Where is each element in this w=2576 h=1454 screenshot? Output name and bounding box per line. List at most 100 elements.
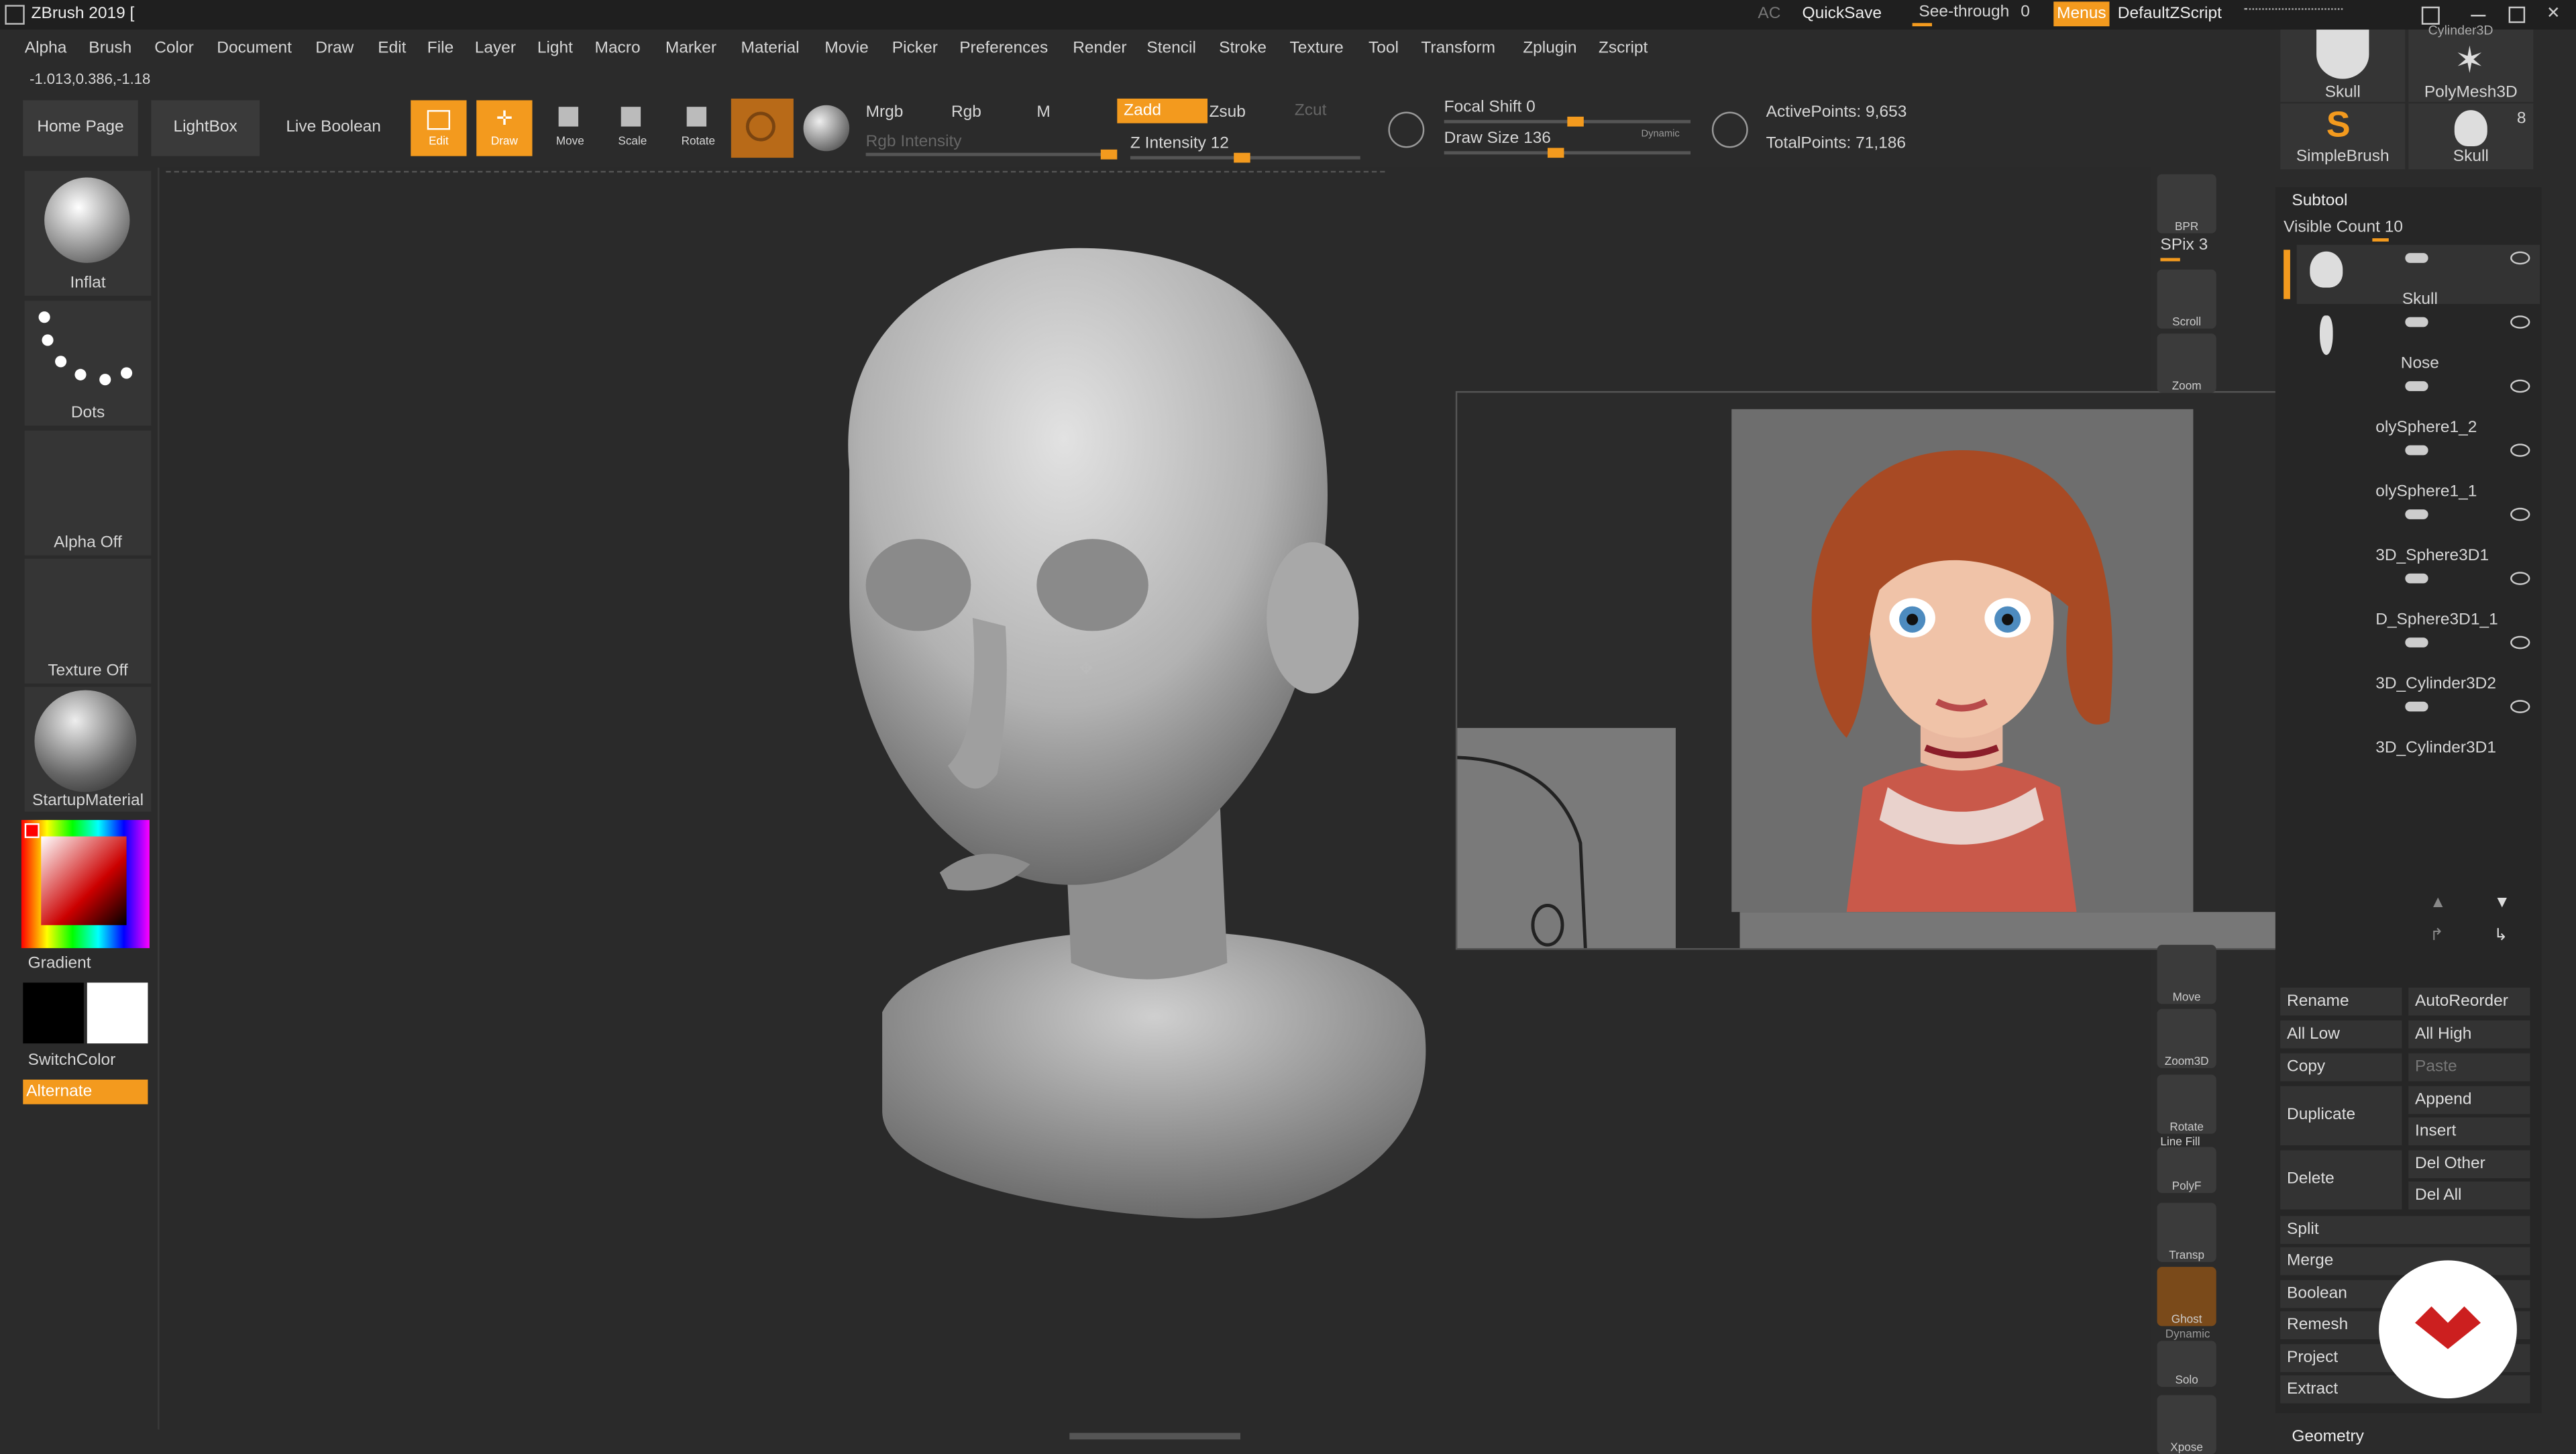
transp-button[interactable]: Transp	[2157, 1202, 2216, 1262]
menu-draw[interactable]: Draw	[315, 40, 354, 58]
redo-arrow-icon[interactable]: ↱	[2430, 927, 2444, 945]
all-low-button[interactable]: All Low	[2280, 1020, 2402, 1049]
subtool-item[interactable]: D_Sphere3D1_1	[2297, 565, 2540, 629]
eye-icon[interactable]	[2510, 700, 2530, 713]
menu-stroke[interactable]: Stroke	[1219, 40, 1267, 58]
menus-button[interactable]: Menus	[2053, 1, 2110, 27]
eye-icon[interactable]	[2510, 572, 2530, 585]
delete-button[interactable]: Delete	[2280, 1150, 2402, 1210]
eye-icon[interactable]	[2510, 507, 2530, 521]
solo-button[interactable]: Solo	[2157, 1341, 2216, 1387]
menu-render[interactable]: Render	[1073, 40, 1126, 58]
home-page-button[interactable]: Home Page	[23, 100, 138, 156]
move-mode-button[interactable]: Move	[542, 100, 598, 156]
tool-simplebrush-thumbnail[interactable]: S SimpleBrush	[2280, 103, 2406, 170]
subtool-item[interactable]: Skull	[2296, 244, 2540, 309]
brush-thumbnail[interactable]: Inflat	[24, 170, 152, 296]
alpha-thumbnail[interactable]: Alpha Off	[24, 430, 152, 556]
tool-skull2-thumbnail[interactable]: 8 Skull	[2408, 103, 2534, 170]
main-color-swatch[interactable]	[87, 982, 148, 1044]
append-button[interactable]: Append	[2408, 1086, 2530, 1114]
edit-mode-button[interactable]: Edit	[411, 100, 467, 156]
subtool-item[interactable]: olySphere1_2	[2297, 373, 2540, 437]
menu-preferences[interactable]: Preferences	[959, 40, 1048, 58]
zoom-button[interactable]: Zoom	[2157, 333, 2216, 393]
menu-movie[interactable]: Movie	[824, 40, 868, 58]
split-button[interactable]: Split	[2280, 1216, 2530, 1244]
xpose-button[interactable]: Xpose	[2157, 1395, 2216, 1454]
switch-color-button[interactable]: SwitchColor	[28, 1051, 116, 1070]
menu-light[interactable]: Light	[537, 40, 573, 58]
menu-stencil[interactable]: Stencil	[1146, 40, 1196, 58]
color-sphere-icon[interactable]	[803, 105, 850, 152]
copy-button[interactable]: Copy	[2280, 1053, 2402, 1082]
menu-color[interactable]: Color	[154, 40, 194, 58]
menu-edit[interactable]: Edit	[378, 40, 406, 58]
menu-document[interactable]: Document	[217, 40, 292, 58]
eye-icon[interactable]	[2510, 444, 2530, 457]
zsub-button[interactable]: Zsub	[1209, 103, 1245, 121]
move-down-arrow-icon[interactable]: ↳	[2494, 927, 2508, 945]
zadd-button[interactable]: Zadd	[1117, 98, 1208, 123]
rgb-intensity-slider[interactable]: Rgb Intensity	[865, 133, 1117, 160]
all-high-button[interactable]: All High	[2408, 1020, 2530, 1049]
secondary-color-swatch[interactable]	[23, 982, 84, 1044]
subtool-toggle[interactable]	[2405, 701, 2428, 712]
menu-alpha[interactable]: Alpha	[25, 40, 67, 58]
menu-material[interactable]: Material	[741, 40, 799, 58]
mrgb-button[interactable]: Mrgb	[866, 103, 904, 121]
alternate-button[interactable]: Alternate	[23, 1079, 148, 1104]
subtool-item[interactable]: 3D_Cylinder3D1	[2297, 693, 2540, 758]
menu-zscript[interactable]: Zscript	[1599, 40, 1648, 58]
lightbox-button[interactable]: LightBox	[151, 100, 260, 156]
live-boolean-button[interactable]: Live Boolean	[276, 100, 390, 156]
color-picker-saturation[interactable]	[41, 836, 127, 925]
maximize-icon[interactable]	[2508, 6, 2526, 23]
scale-mode-button[interactable]: Scale	[604, 100, 660, 156]
subtool-item[interactable]: olySphere1_1	[2297, 437, 2540, 501]
del-all-button[interactable]: Del All	[2408, 1181, 2530, 1210]
default-zscript-button[interactable]: DefaultZScript	[2118, 5, 2222, 23]
close-icon[interactable]: ✕	[2546, 5, 2561, 23]
m-button[interactable]: M	[1036, 103, 1050, 121]
menu-transform[interactable]: Transform	[1421, 40, 1495, 58]
autoreorder-button[interactable]: AutoReorder	[2408, 987, 2530, 1016]
lock-icon[interactable]	[2421, 6, 2440, 25]
ghost-button[interactable]: Ghost	[2157, 1267, 2216, 1327]
gradient-label[interactable]: Gradient	[28, 955, 91, 973]
quicksave-button[interactable]: QuickSave	[1803, 5, 1882, 23]
subtool-item[interactable]: 3D_Cylinder3D2	[2297, 629, 2540, 693]
layout-icons[interactable]	[2244, 8, 2343, 23]
z-intensity-slider[interactable]: Z Intensity 12	[1130, 133, 1360, 163]
subtool-toggle[interactable]	[2405, 573, 2428, 584]
subtool-toggle[interactable]	[2405, 637, 2428, 647]
tool-polymesh3d-thumbnail[interactable]: Cylinder3D ✶ PolyMesh3D	[2408, 23, 2534, 102]
rotate-mode-button[interactable]: Rotate	[670, 100, 726, 156]
see-through-slider[interactable]: See-through 0	[1909, 0, 2041, 30]
stroke-thumbnail[interactable]: Dots	[24, 301, 152, 426]
menu-macro[interactable]: Macro	[595, 40, 641, 58]
menu-zplugin[interactable]: Zplugin	[1523, 40, 1576, 58]
spix-slider[interactable]: SPix 3	[2157, 237, 2216, 263]
texture-thumbnail[interactable]: Texture Off	[24, 558, 152, 684]
head-sculpt-model[interactable]	[816, 240, 1474, 1226]
del-other-button[interactable]: Del Other	[2408, 1150, 2530, 1178]
focal-shift-slider[interactable]: Focal Shift 0	[1444, 99, 1691, 127]
menu-layer[interactable]: Layer	[475, 40, 516, 58]
subtool-toggle[interactable]	[2405, 445, 2428, 456]
rename-button[interactable]: Rename	[2280, 987, 2402, 1016]
ac-label[interactable]: AC	[1758, 5, 1780, 23]
eye-icon[interactable]	[2510, 315, 2530, 329]
arrow-up-icon[interactable]: ▲	[2430, 894, 2446, 912]
menu-file[interactable]: File	[427, 40, 453, 58]
material-thumbnail[interactable]: StartupMaterial	[24, 686, 152, 812]
menu-picker[interactable]: Picker	[892, 40, 938, 58]
subtool-item[interactable]: 3D_Sphere3D1	[2297, 501, 2540, 565]
reference-image-window[interactable]	[1455, 391, 2381, 950]
merge-button[interactable]: Merge	[2280, 1247, 2530, 1276]
subtool-item[interactable]: Nose	[2297, 309, 2540, 373]
draw-size-slider[interactable]: Draw Size 136 Dynamic	[1444, 129, 1691, 158]
menu-tool[interactable]: Tool	[1368, 40, 1399, 58]
visible-count-slider[interactable]: Visible Count 10	[2284, 217, 2530, 243]
draw-mode-button[interactable]: ✛ Draw	[476, 100, 533, 156]
